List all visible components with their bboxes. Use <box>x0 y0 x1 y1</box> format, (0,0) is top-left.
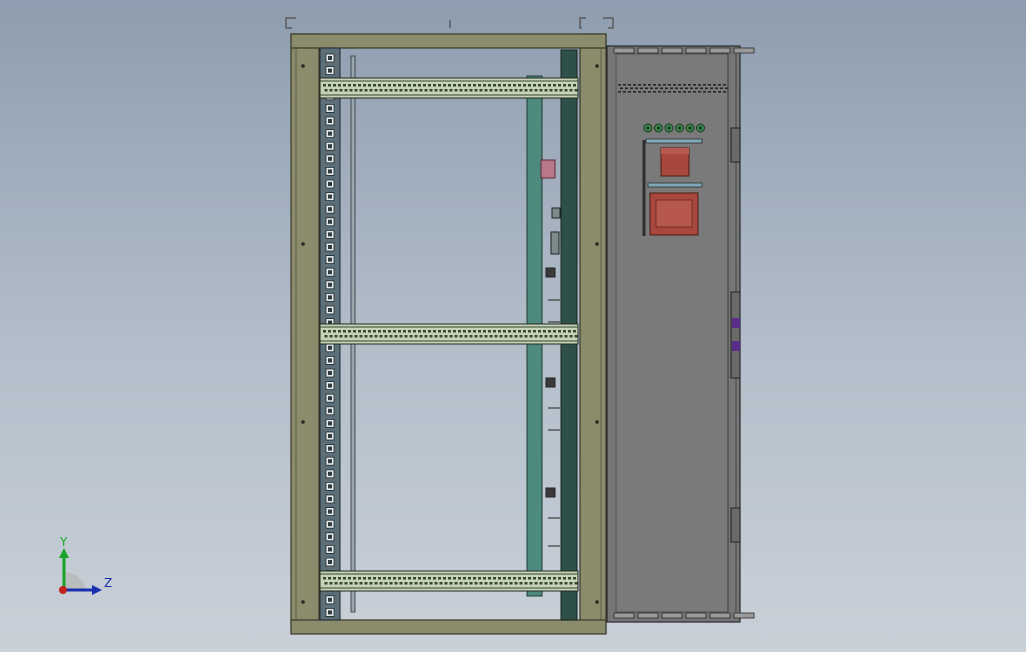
y-axis-label: Y <box>59 535 68 549</box>
top-corner-brackets <box>285 17 614 29</box>
cad-viewport[interactable]: Y Z <box>0 0 1026 652</box>
right-frame-post[interactable] <box>579 33 607 633</box>
din-rail[interactable] <box>319 570 579 592</box>
door-inner-panel <box>615 53 729 613</box>
door-latch[interactable] <box>730 291 741 379</box>
coordinate-triad: Y Z <box>59 535 112 595</box>
plate-components <box>540 159 561 547</box>
cabinet-model-view[interactable]: Y Z <box>0 0 1026 652</box>
triad-origin <box>59 586 67 594</box>
top-frame-beam[interactable] <box>290 33 607 49</box>
din-rail[interactable] <box>319 77 579 99</box>
bottom-frame-beam[interactable] <box>290 619 607 635</box>
din-rail[interactable] <box>319 323 579 345</box>
z-axis-label: Z <box>104 576 112 590</box>
left-frame-post[interactable] <box>290 33 320 633</box>
